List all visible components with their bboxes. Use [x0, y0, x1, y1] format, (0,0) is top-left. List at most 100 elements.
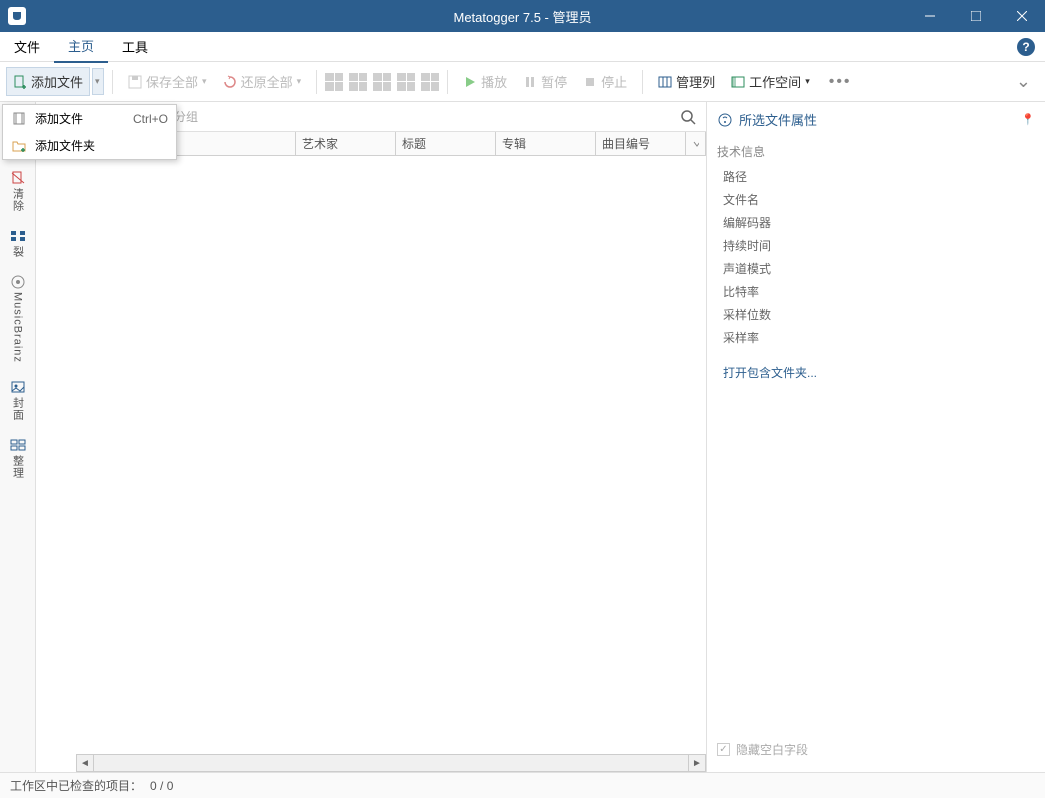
dropdown-add-files-label: 添加文件: [35, 110, 83, 127]
scroll-left-arrow[interactable]: ◄: [76, 754, 94, 772]
view-grid-1[interactable]: [325, 73, 343, 91]
hide-empty-label: 隐藏空白字段: [736, 741, 808, 758]
view-grid-3[interactable]: [373, 73, 391, 91]
organize-icon: [10, 437, 26, 453]
horizontal-scrollbar[interactable]: ◄ ►: [76, 754, 706, 772]
titlebar: Metatogger 7.5 - 管理员: [0, 0, 1045, 32]
restore-all-label: 还原全部: [241, 72, 293, 91]
columns-icon: [658, 75, 672, 89]
toolbar-more-button[interactable]: •••: [819, 73, 862, 91]
play-icon: [463, 75, 477, 89]
prop-filename: 文件名: [723, 191, 1035, 208]
dropdown-add-folder[interactable]: 添加文件夹: [3, 132, 176, 159]
sidebar-label: 整理: [10, 455, 26, 479]
status-text: 工作区中已检查的项目：: [10, 777, 142, 794]
status-count: 0 / 0: [150, 779, 173, 793]
th-album[interactable]: 专辑: [496, 132, 596, 155]
restore-all-button[interactable]: 还原全部 ▾: [216, 67, 309, 96]
menu-home[interactable]: 主页: [54, 30, 108, 63]
properties-icon: [717, 112, 733, 128]
save-all-label: 保存全部: [146, 72, 198, 91]
pin-icon[interactable]: 📍: [1021, 113, 1035, 126]
hide-empty-checkbox-row[interactable]: ✓ 隐藏空白字段: [717, 741, 1035, 766]
sidebar-item-split[interactable]: 裂: [4, 224, 32, 262]
cover-icon: [10, 379, 26, 395]
musicbrainz-icon: [10, 274, 26, 290]
panel-title: 所选文件属性: [739, 110, 817, 129]
section-title: 技术信息: [717, 139, 1035, 168]
stop-button[interactable]: 停止: [576, 67, 634, 96]
menubar: 文件 主页 工具 ?: [0, 32, 1045, 62]
window-title: Metatogger 7.5 - 管理员: [454, 7, 592, 26]
pause-label: 暂停: [541, 72, 567, 91]
document-icon: [11, 111, 27, 127]
window-controls: [907, 0, 1045, 32]
dropdown-add-files[interactable]: 添加文件 Ctrl+O: [3, 105, 176, 132]
scroll-track[interactable]: [94, 754, 688, 772]
property-list: 路径 文件名 编解码器 持续时间 声道模式 比特率 采样位数 采样率 打开包含文…: [717, 168, 1035, 381]
close-button[interactable]: [999, 0, 1045, 32]
toolbar: 添加文件 ▾ 保存全部 ▾ 还原全部 ▾ 播放 暂停 停止 管理列 工作空间: [0, 62, 1045, 102]
table-body: ◄ ►: [36, 156, 706, 772]
workspace-icon: [731, 75, 745, 89]
prop-codec: 编解码器: [723, 214, 1035, 231]
sidebar-label: MusicBrainz: [12, 292, 24, 363]
minimize-button[interactable]: [907, 0, 953, 32]
left-sidebar: 脚本 清除 裂 MusicBrainz 封面 整理: [0, 102, 36, 772]
panel-header: 所选文件属性 📍: [717, 108, 1035, 139]
add-files-label: 添加文件: [31, 72, 83, 91]
prop-channels: 声道模式: [723, 260, 1035, 277]
add-files-dropdown-arrow[interactable]: ▾: [92, 68, 104, 95]
menu-tools[interactable]: 工具: [108, 31, 162, 62]
add-files-dropdown-menu: 添加文件 Ctrl+O 添加文件夹: [2, 104, 177, 160]
pause-icon: [523, 75, 537, 89]
prop-samplerate: 采样率: [723, 329, 1035, 346]
checkbox-icon[interactable]: ✓: [717, 743, 730, 756]
sidebar-item-organize[interactable]: 整理: [4, 433, 32, 483]
th-artist[interactable]: 艺术家: [296, 132, 396, 155]
th-track[interactable]: 曲目编号: [596, 132, 686, 155]
clean-icon: [10, 170, 26, 186]
open-folder-link[interactable]: 打开包含文件夹...: [723, 352, 1035, 381]
right-panel: 所选文件属性 📍 技术信息 路径 文件名 编解码器 持续时间 声道模式 比特率 …: [707, 102, 1045, 772]
view-mode-group: [325, 73, 439, 91]
play-button[interactable]: 播放: [456, 67, 514, 96]
main-area: 脚本 清除 裂 MusicBrainz 封面 整理 分组: [0, 102, 1045, 772]
sidebar-item-clean[interactable]: 清除: [4, 166, 32, 216]
add-files-button[interactable]: 添加文件: [6, 67, 90, 96]
scroll-right-arrow[interactable]: ►: [688, 754, 706, 772]
restore-icon: [223, 75, 237, 89]
th-empty: [686, 132, 706, 155]
manage-columns-label: 管理列: [676, 72, 715, 91]
sidebar-label: 清除: [10, 188, 26, 212]
workspace-button[interactable]: 工作空间 ▾: [724, 67, 817, 96]
view-grid-4[interactable]: [397, 73, 415, 91]
help-icon[interactable]: ?: [1017, 38, 1035, 56]
workspace-label: 工作空间: [749, 72, 801, 91]
search-icon[interactable]: [680, 109, 696, 125]
folder-add-icon: [11, 138, 27, 154]
app-icon: [8, 7, 26, 25]
menu-file[interactable]: 文件: [0, 31, 54, 62]
manage-columns-button[interactable]: 管理列: [651, 67, 722, 96]
prop-bitrate: 比特率: [723, 283, 1035, 300]
save-icon: [128, 75, 142, 89]
prop-duration: 持续时间: [723, 237, 1035, 254]
play-label: 播放: [481, 72, 507, 91]
document-add-icon: [13, 75, 27, 89]
sidebar-label: 裂: [10, 246, 26, 258]
sidebar-item-cover[interactable]: 封面: [4, 375, 32, 425]
dropdown-add-files-shortcut: Ctrl+O: [113, 112, 168, 126]
th-title[interactable]: 标题: [396, 132, 496, 155]
statusbar: 工作区中已检查的项目： 0 / 0: [0, 772, 1045, 798]
maximize-button[interactable]: [953, 0, 999, 32]
view-grid-5[interactable]: [421, 73, 439, 91]
view-grid-2[interactable]: [349, 73, 367, 91]
pause-button[interactable]: 暂停: [516, 67, 574, 96]
toolbar-overflow-button[interactable]: ⌄: [1008, 71, 1039, 92]
sidebar-label: 封面: [10, 397, 26, 421]
stop-icon: [583, 75, 597, 89]
sidebar-item-musicbrainz[interactable]: MusicBrainz: [4, 270, 32, 367]
save-all-button[interactable]: 保存全部 ▾: [121, 67, 214, 96]
chevron-down-icon[interactable]: [692, 139, 699, 149]
